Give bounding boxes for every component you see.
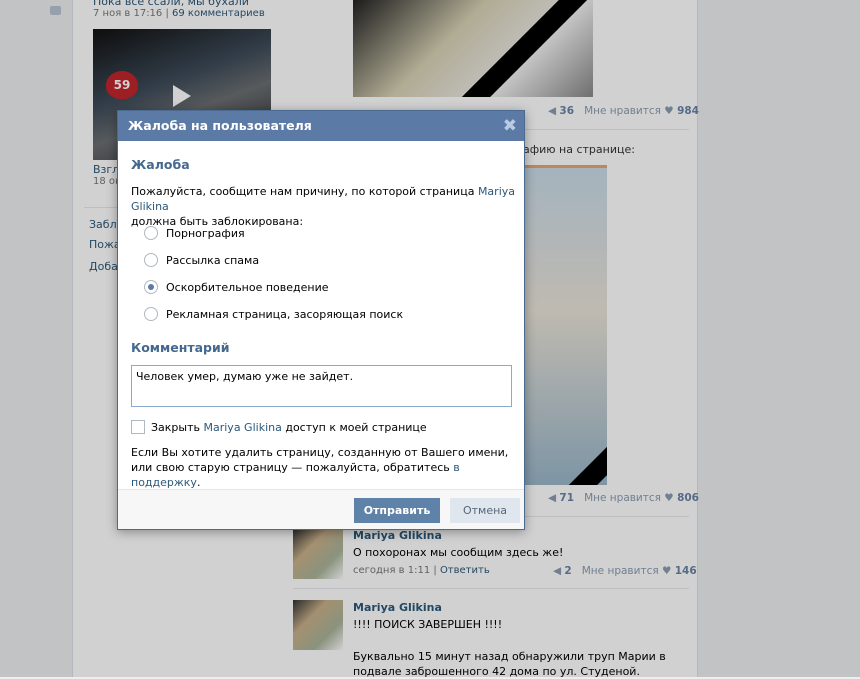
radio-porn[interactable]: Порнография [144,226,245,240]
report-prompt: Пожалуйста, сообщите нам причину, по кот… [131,185,515,228]
submit-button[interactable]: Отправить [354,498,440,523]
support-note: Если Вы хотите удалить страницу, созданн… [131,446,509,489]
comment-input[interactable] [131,365,512,407]
radio-abuse[interactable]: Оскорбительное поведение [144,280,329,294]
dialog-footer: Отправить Отмена [118,489,524,529]
close-icon[interactable]: ✖ [503,116,517,136]
radio-ads[interactable]: Рекламная страница, засоряющая поиск [144,307,403,321]
radio-spam[interactable]: Рассылка спама [144,253,259,267]
report-dialog: Жалоба на пользователя ✖ Жалоба Пожалуйс… [117,110,525,530]
section-report: Жалоба [131,157,190,172]
dialog-title: Жалоба на пользователя [118,111,524,141]
block-access-checkbox[interactable]: Закрыть Mariya Glikina доступ к моей стр… [131,420,427,434]
section-comment: Комментарий [131,340,230,355]
cancel-button[interactable]: Отмена [450,498,520,523]
